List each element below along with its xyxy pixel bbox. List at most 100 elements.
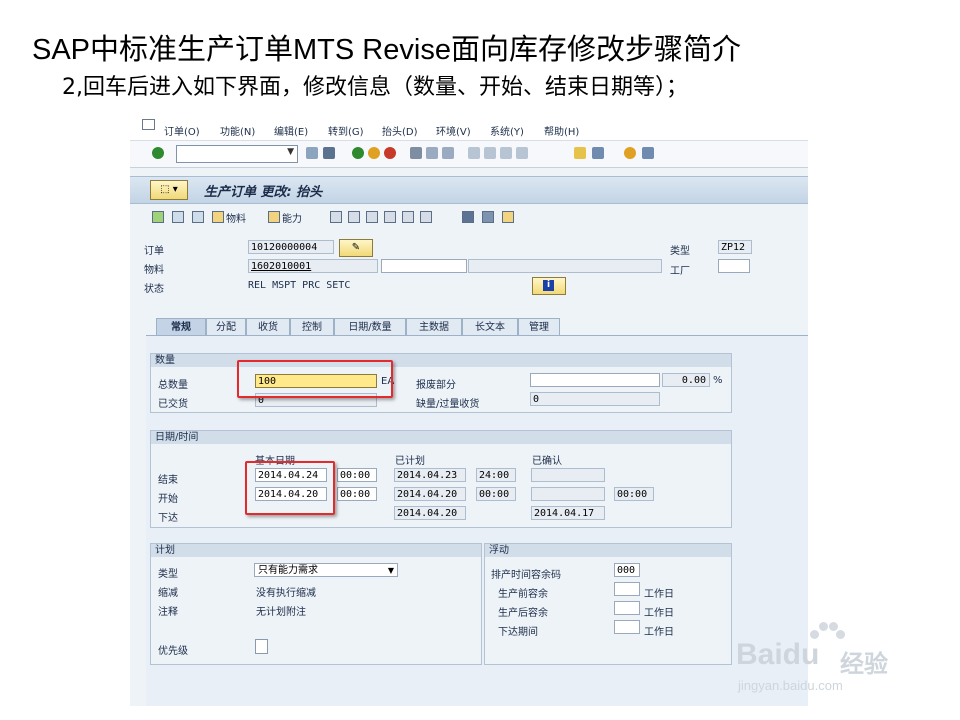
menu-environment[interactable]: 环境(V) <box>436 123 471 138</box>
release-confirmed-date-field: 2014.04.17 <box>531 506 605 520</box>
start-label: 开始 <box>158 494 178 505</box>
priority-field[interactable] <box>255 639 268 654</box>
scrap-field[interactable] <box>530 373 660 387</box>
edit-order-button[interactable]: ✎ <box>339 239 373 257</box>
back-icon[interactable] <box>352 147 364 159</box>
slide-title: SAP中标准生产订单MTS Revise面向库存修改步骤简介 <box>32 34 741 66</box>
menu-help[interactable]: 帮助(H) <box>544 123 579 138</box>
layout-icon[interactable] <box>642 147 654 159</box>
command-field[interactable]: ▼ <box>176 145 298 163</box>
menu-goto[interactable]: 转到(G) <box>328 123 364 138</box>
print-icon[interactable] <box>410 147 422 159</box>
tab-administration[interactable]: 管理 <box>518 318 560 336</box>
plan-type-select[interactable]: 只有能力需求 ▼ <box>254 563 398 577</box>
table-icon[interactable] <box>462 211 474 223</box>
enter-icon[interactable] <box>152 147 164 159</box>
end-basic-time-field[interactable]: 00:00 <box>337 468 377 482</box>
col-confirmed: 已确认 <box>532 456 562 467</box>
toggle-button[interactable]: ⬚ ▾ <box>150 180 188 200</box>
material-label: 物料 <box>144 265 164 276</box>
material-button[interactable]: 物料 <box>226 210 246 225</box>
menu-window-icon[interactable] <box>142 119 155 130</box>
material-icon[interactable] <box>212 211 224 223</box>
release-period-label: 下达期间 <box>498 627 538 638</box>
menu-edit[interactable]: 编辑(E) <box>274 123 308 138</box>
slide-subtitle: 2,回车后进入如下界面，修改信息（数量、开始、结束日期等）； <box>62 75 688 100</box>
next-page-icon[interactable] <box>500 147 512 159</box>
tab-control[interactable]: 控制 <box>290 318 334 336</box>
menu-system[interactable]: 系统(Y) <box>490 123 524 138</box>
note-value: 无计划附注 <box>256 607 306 618</box>
start-basic-time-field[interactable]: 00:00 <box>337 487 377 501</box>
float-before-field[interactable] <box>614 582 640 596</box>
sequence-icon[interactable] <box>366 211 378 223</box>
menu-bar: 订单(O) 功能(N) 编辑(E) 转到(G) 抬头(D) 环境(V) 系统(Y… <box>130 112 808 141</box>
last-page-icon[interactable] <box>516 147 528 159</box>
capacity-icon[interactable] <box>268 211 280 223</box>
save-icon[interactable] <box>323 147 335 159</box>
help-icon[interactable] <box>624 147 636 159</box>
menu-order[interactable]: 订单(O) <box>164 123 200 138</box>
order-type-label: 类型 <box>670 246 690 257</box>
detail-icon[interactable] <box>420 211 432 223</box>
float-after-field[interactable] <box>614 601 640 615</box>
menu-function[interactable]: 功能(N) <box>220 123 255 138</box>
highlight-quantity <box>237 360 393 398</box>
float-heading: 浮动 <box>485 544 731 557</box>
plant-field[interactable] <box>718 259 750 273</box>
tab-general[interactable]: 常规 <box>156 318 206 336</box>
float-before-unit: 工作日 <box>644 589 674 600</box>
exit-icon[interactable] <box>368 147 380 159</box>
plan-type-value: 只有能力需求 <box>258 565 318 576</box>
status-info-button[interactable]: i <box>532 277 566 295</box>
component-icon[interactable] <box>192 211 204 223</box>
tab-dates-quantities[interactable]: 日期/数量 <box>334 318 406 336</box>
capacity-button[interactable]: 能力 <box>282 210 302 225</box>
back-arrow-icon[interactable] <box>306 147 318 159</box>
float-before-label: 生产前容余 <box>498 589 548 600</box>
tab-long-text[interactable]: 长文本 <box>462 318 518 336</box>
watermark-url: jingyan.baidu.com <box>738 678 843 693</box>
application-toolbar: 物料 能力 <box>130 204 808 230</box>
network-icon[interactable] <box>384 211 396 223</box>
tab-master-data[interactable]: 主数据 <box>406 318 462 336</box>
percent-sign: % <box>713 375 723 386</box>
menu-header[interactable]: 抬头(D) <box>382 123 418 138</box>
priority-label: 优先级 <box>158 646 188 657</box>
find-icon[interactable] <box>426 147 438 159</box>
material-number-field[interactable]: 1602010001 <box>248 259 378 273</box>
chevron-down-icon[interactable]: ▼ <box>287 147 294 157</box>
release-period-unit: 工作日 <box>644 627 674 638</box>
end-confirmed-date-field <box>531 468 605 482</box>
find-next-icon[interactable] <box>442 147 454 159</box>
status-value: REL MSPT PRC SETC <box>248 280 351 291</box>
end-scheduled-time-field: 24:00 <box>476 468 516 482</box>
operation-icon[interactable] <box>172 211 184 223</box>
flag-icon[interactable] <box>152 211 164 223</box>
cancel-icon[interactable] <box>384 147 396 159</box>
new-session-icon[interactable] <box>574 147 586 159</box>
baidu-watermark: Baidu 经验 jingyan.baidu.com <box>736 620 936 700</box>
release-period-field[interactable] <box>614 620 640 634</box>
sched-margin-field[interactable]: 000 <box>614 563 640 577</box>
tab-assignment[interactable]: 分配 <box>206 318 246 336</box>
sched-margin-label: 排产时间容余码 <box>491 570 561 581</box>
costs-icon[interactable] <box>348 211 360 223</box>
release-label: 下达 <box>158 513 178 524</box>
scrap-percent-field: 0.00 <box>662 373 710 387</box>
standard-toolbar: ▼ <box>130 141 808 168</box>
plan-type-label: 类型 <box>158 569 178 580</box>
material-description-field[interactable] <box>381 259 467 273</box>
copy-icon[interactable] <box>402 211 414 223</box>
shortcut-icon[interactable] <box>592 147 604 159</box>
hierarchy-icon[interactable] <box>482 211 494 223</box>
start-scheduled-time-field: 00:00 <box>476 487 516 501</box>
previous-page-icon[interactable] <box>484 147 496 159</box>
first-page-icon[interactable] <box>468 147 480 159</box>
chevron-down-icon[interactable]: ▼ <box>388 564 394 578</box>
tab-goods-receipt[interactable]: 收货 <box>246 318 290 336</box>
structure-icon[interactable] <box>330 211 342 223</box>
grid-icon[interactable] <box>502 211 514 223</box>
order-type-field: ZP12 <box>718 240 752 254</box>
shortage-field: 0 <box>530 392 660 406</box>
